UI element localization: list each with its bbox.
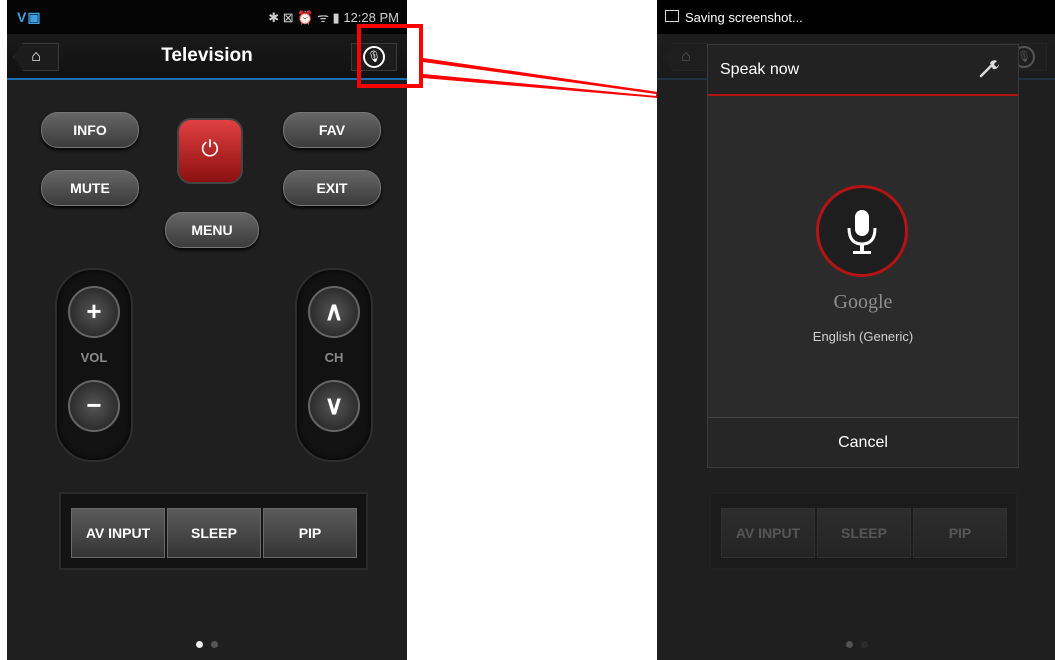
av-input-button-dimmed: AV INPUT xyxy=(721,508,815,558)
home-icon: ⌂ xyxy=(681,48,691,65)
bottom-button-group-dimmed: AV INPUT SLEEP PIP xyxy=(709,492,1018,570)
notification-text: Saving screenshot... xyxy=(685,10,803,25)
sleep-button-dimmed: SLEEP xyxy=(817,508,911,558)
page-dot xyxy=(861,641,868,648)
pip-button-dimmed: PIP xyxy=(913,508,1007,558)
home-button-dimmed: ⌂ xyxy=(663,43,709,71)
cancel-button[interactable]: Cancel xyxy=(708,418,1018,467)
notification-bar: Saving screenshot... xyxy=(657,0,1055,34)
dialog-title: Speak now xyxy=(720,61,800,78)
speak-now-dialog: Speak now Google English (Generic) Cance… xyxy=(707,44,1019,468)
dialog-header: Speak now xyxy=(708,45,1018,96)
microphone-button[interactable] xyxy=(816,185,908,277)
image-icon xyxy=(665,10,679,22)
wrench-icon[interactable] xyxy=(978,57,1000,79)
google-logo: Google xyxy=(833,291,893,313)
page-indicator-dimmed xyxy=(657,641,1055,648)
language-label[interactable]: English (Generic) xyxy=(708,329,1018,344)
voice-search-screen: ⌂ 🎙 AV INPUT SLEEP PIP Saving screenshot… xyxy=(657,0,1055,660)
microphone-icon xyxy=(847,210,877,254)
page-dot-active xyxy=(846,641,853,648)
